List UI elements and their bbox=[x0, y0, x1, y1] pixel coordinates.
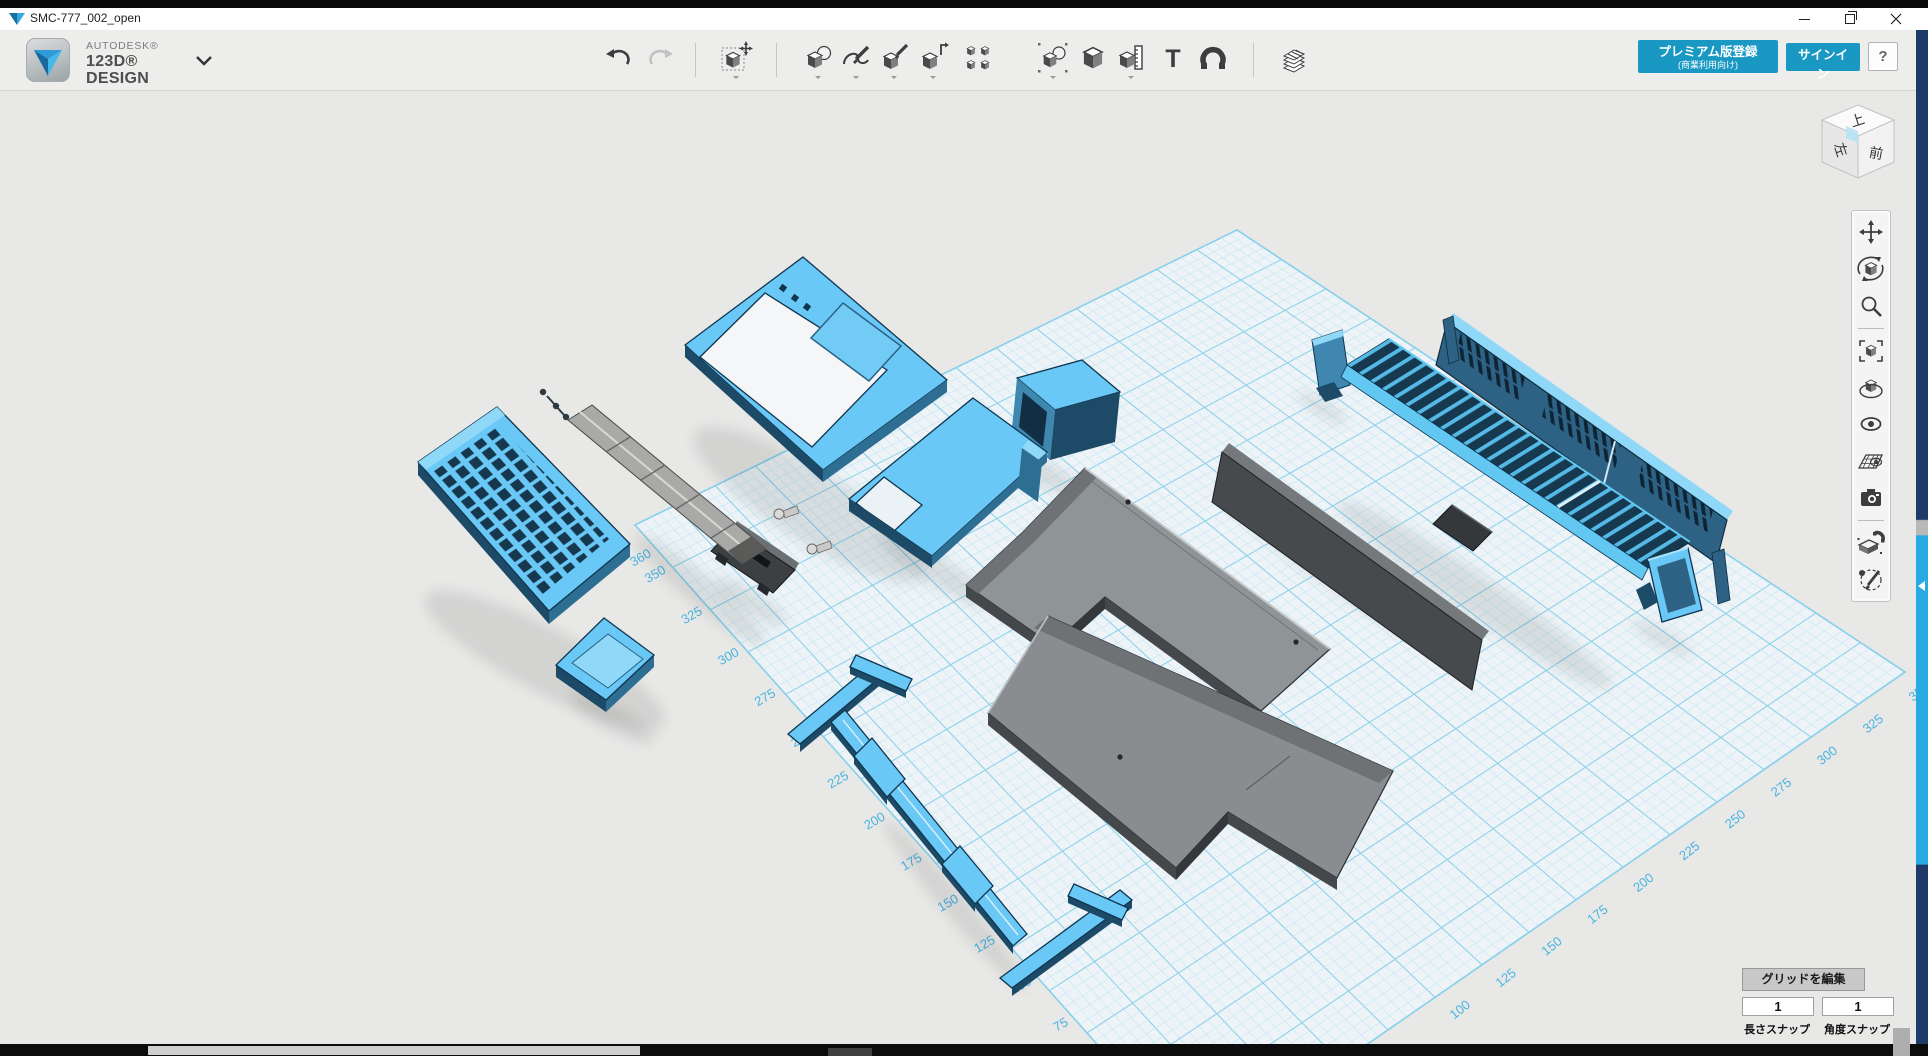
modify-icon bbox=[915, 40, 951, 76]
toolbar-separator bbox=[695, 43, 696, 77]
sketch-tool[interactable] bbox=[837, 40, 875, 80]
sketch-visibility-button[interactable] bbox=[1854, 565, 1888, 595]
angle-snap-input[interactable] bbox=[1822, 997, 1894, 1016]
combine-tool[interactable] bbox=[1074, 40, 1112, 80]
angle-snap-label: 角度スナップ bbox=[1818, 1021, 1896, 1037]
panel-expand-arrow-icon[interactable] bbox=[1918, 581, 1925, 591]
camera-icon bbox=[1856, 483, 1886, 513]
sketch-visibility-icon bbox=[1856, 565, 1886, 595]
bottom-bar-segment bbox=[148, 1046, 640, 1055]
snap-box-icon bbox=[1856, 528, 1886, 558]
modify-tool[interactable] bbox=[914, 40, 952, 80]
show-all-button[interactable] bbox=[1854, 373, 1888, 403]
primitives-tool[interactable] bbox=[799, 40, 837, 80]
close-button[interactable] bbox=[1874, 8, 1918, 30]
autodesk-123d-logo bbox=[26, 38, 70, 82]
pattern-tool[interactable] bbox=[959, 40, 997, 80]
transform-tool[interactable] bbox=[717, 40, 755, 80]
view-cube-front-label[interactable]: 前 bbox=[1868, 144, 1885, 162]
grid-visibility-button[interactable] bbox=[1854, 446, 1888, 476]
window-title: SMC-777_002_open bbox=[30, 11, 141, 25]
sketch-icon bbox=[838, 40, 874, 76]
svg-text:T: T bbox=[1165, 45, 1180, 73]
material-icon bbox=[1276, 40, 1312, 76]
titlebar: SMC-777_002_open bbox=[0, 8, 1928, 31]
screenshot-button[interactable] bbox=[1854, 483, 1888, 513]
eye-icon bbox=[1856, 409, 1886, 439]
magnifier-icon bbox=[1856, 291, 1886, 321]
viewport-3d[interactable]: 3603503253002752502252001751501251007550… bbox=[0, 0, 1928, 1056]
pan-button[interactable] bbox=[1854, 217, 1888, 247]
snap-object-button[interactable] bbox=[1854, 528, 1888, 558]
measure-tool[interactable] bbox=[1112, 40, 1150, 80]
grouping-tool[interactable] bbox=[1034, 40, 1072, 80]
combine-icon bbox=[1075, 40, 1111, 76]
help-button[interactable]: ? bbox=[1868, 42, 1898, 71]
account-buttons: プレミアム版登録 (商業利用向け) サインイン ? bbox=[1638, 40, 1898, 73]
chevron-down-icon[interactable] bbox=[196, 56, 212, 66]
toolbar-separator bbox=[776, 43, 777, 77]
show-all-icon bbox=[1856, 373, 1886, 403]
app-logo-icon bbox=[8, 11, 26, 27]
construct-tool[interactable] bbox=[875, 40, 913, 80]
primitives-icon bbox=[800, 40, 836, 76]
main-toolbar: AUTODESK® 123D® DESIGN bbox=[0, 30, 1928, 91]
scrollbar-corner bbox=[1893, 1028, 1910, 1056]
edit-grid-button[interactable]: グリッドを編集 bbox=[1742, 968, 1865, 991]
restore-button[interactable] bbox=[1828, 8, 1872, 30]
fit-view-button[interactable] bbox=[1854, 336, 1888, 366]
length-snap-label: 長さスナップ bbox=[1738, 1021, 1816, 1037]
text-icon: T bbox=[1155, 40, 1191, 76]
grouping-icon bbox=[1035, 40, 1071, 76]
collapsed-panel-strip[interactable] bbox=[1916, 30, 1928, 1056]
orbit-button[interactable] bbox=[1854, 254, 1888, 284]
snap-tool[interactable] bbox=[1194, 40, 1232, 80]
bottom-bar-segment bbox=[828, 1048, 872, 1056]
material-tool[interactable] bbox=[1275, 40, 1313, 80]
text-tool[interactable]: T bbox=[1154, 40, 1192, 80]
minimize-button[interactable] bbox=[1782, 8, 1826, 30]
top-edge bbox=[0, 0, 1928, 8]
palette-separator bbox=[1858, 520, 1884, 521]
close-icon bbox=[1890, 13, 1902, 25]
transform-icon bbox=[718, 40, 754, 76]
view-cube[interactable]: 上 左 前 bbox=[1808, 92, 1908, 207]
palette-separator bbox=[1858, 328, 1884, 329]
magnet-icon bbox=[1195, 40, 1231, 76]
measure-icon bbox=[1113, 40, 1149, 76]
premium-register-button[interactable]: プレミアム版登録 (商業利用向け) bbox=[1638, 40, 1778, 73]
redo-icon bbox=[643, 40, 679, 76]
visibility-button[interactable] bbox=[1854, 409, 1888, 439]
redo-button[interactable] bbox=[642, 40, 680, 80]
grid-eye-icon bbox=[1856, 446, 1886, 476]
zoom-button[interactable] bbox=[1854, 291, 1888, 321]
brand-text: AUTODESK® 123D® DESIGN bbox=[86, 41, 159, 88]
signin-button[interactable]: サインイン bbox=[1786, 43, 1860, 71]
undo-icon bbox=[600, 40, 636, 76]
pan-icon bbox=[1856, 217, 1886, 247]
fit-view-icon bbox=[1856, 336, 1886, 366]
undo-button[interactable] bbox=[599, 40, 637, 80]
bottom-edge-bar bbox=[0, 1044, 1928, 1056]
orbit-icon bbox=[1856, 254, 1886, 284]
pattern-icon bbox=[960, 40, 996, 76]
toolbar-separator bbox=[1253, 43, 1254, 77]
navigation-palette bbox=[1851, 210, 1891, 602]
length-snap-input[interactable] bbox=[1742, 997, 1814, 1016]
app-window: 3603503253002752502252001751501251007550… bbox=[0, 0, 1928, 1056]
construct-icon bbox=[876, 40, 912, 76]
